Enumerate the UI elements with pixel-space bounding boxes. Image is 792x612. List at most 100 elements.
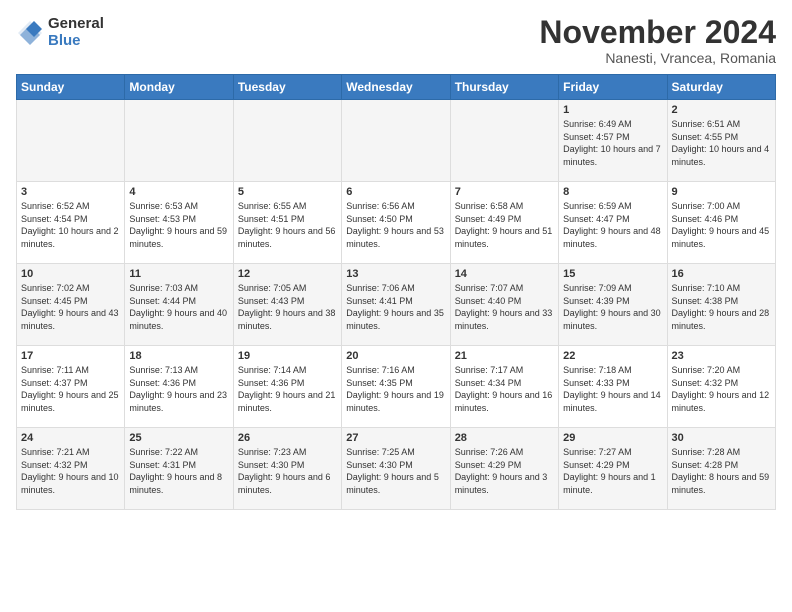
week-row-3: 10 Sunrise: 7:02 AM Sunset: 4:45 PM Dayli… <box>17 264 776 346</box>
day-cell: 28Sunrise: 7:26 AM Sunset: 4:29 PM Dayli… <box>450 428 558 510</box>
day-number: 13 <box>346 268 445 280</box>
day-info: Sunrise: 6:51 AM Sunset: 4:55 PM Dayligh… <box>672 118 771 168</box>
day-cell: 15 Sunrise: 7:09 AM Sunset: 4:39 PM Dayli… <box>559 264 667 346</box>
day-number: 19 <box>238 350 337 362</box>
day-number: 27 <box>346 432 445 444</box>
day-info: Sunrise: 7:28 AM Sunset: 4:28 PM Dayligh… <box>672 446 771 496</box>
day-number: 5 <box>238 186 337 198</box>
day-cell: 18 Sunrise: 7:13 AM Sunset: 4:36 PM Dayli… <box>125 346 233 428</box>
day-cell: 19 Sunrise: 7:14 AM Sunset: 4:36 PM Dayli… <box>233 346 341 428</box>
day-number: 6 <box>346 186 445 198</box>
day-number: 7 <box>455 186 554 198</box>
logo-icon <box>16 19 44 47</box>
header-thursday: Thursday <box>450 75 558 100</box>
day-info: Sunrise: 7:16 AM Sunset: 4:35 PM Dayligh… <box>346 364 445 414</box>
logo-text: General Blue <box>48 16 104 49</box>
day-number: 18 <box>129 350 228 362</box>
day-cell: 9Sunrise: 7:00 AM Sunset: 4:46 PM Daylig… <box>667 182 775 264</box>
day-cell: 6 Sunrise: 6:56 AM Sunset: 4:50 PM Daylig… <box>342 182 450 264</box>
day-info: Sunrise: 6:53 AM Sunset: 4:53 PM Dayligh… <box>129 200 228 250</box>
day-cell: 20 Sunrise: 7:16 AM Sunset: 4:35 PM Dayli… <box>342 346 450 428</box>
header-sunday: Sunday <box>17 75 125 100</box>
day-info: Sunrise: 7:00 AM Sunset: 4:46 PM Dayligh… <box>672 200 771 250</box>
day-info: Sunrise: 7:21 AM Sunset: 4:32 PM Dayligh… <box>21 446 120 496</box>
day-cell <box>17 100 125 182</box>
day-cell <box>342 100 450 182</box>
day-number: 8 <box>563 186 662 198</box>
week-row-5: 24 Sunrise: 7:21 AM Sunset: 4:32 PM Dayli… <box>17 428 776 510</box>
day-cell: 29 Sunrise: 7:27 AM Sunset: 4:29 PM Dayli… <box>559 428 667 510</box>
day-number: 11 <box>129 268 228 280</box>
day-cell: 26 Sunrise: 7:23 AM Sunset: 4:30 PM Dayli… <box>233 428 341 510</box>
subtitle: Nanesti, Vrancea, Romania <box>539 50 776 66</box>
day-number: 29 <box>563 432 662 444</box>
day-number: 20 <box>346 350 445 362</box>
day-cell: 12Sunrise: 7:05 AM Sunset: 4:43 PM Dayli… <box>233 264 341 346</box>
logo: General Blue <box>16 16 104 49</box>
logo-general: General <box>48 16 104 33</box>
calendar-header: Sunday Monday Tuesday Wednesday Thursday… <box>17 75 776 100</box>
day-cell: 13Sunrise: 7:06 AM Sunset: 4:41 PM Dayli… <box>342 264 450 346</box>
day-info: Sunrise: 6:59 AM Sunset: 4:47 PM Dayligh… <box>563 200 662 250</box>
day-cell: 25Sunrise: 7:22 AM Sunset: 4:31 PM Dayli… <box>125 428 233 510</box>
day-number: 24 <box>21 432 120 444</box>
day-number: 4 <box>129 186 228 198</box>
day-cell: 27 Sunrise: 7:25 AM Sunset: 4:30 PM Dayli… <box>342 428 450 510</box>
day-number: 22 <box>563 350 662 362</box>
calendar-body: 1 Sunrise: 6:49 AM Sunset: 4:57 PM Daylig… <box>17 100 776 510</box>
day-info: Sunrise: 7:11 AM Sunset: 4:37 PM Dayligh… <box>21 364 120 414</box>
day-info: Sunrise: 7:27 AM Sunset: 4:29 PM Dayligh… <box>563 446 662 496</box>
day-number: 23 <box>672 350 771 362</box>
day-info: Sunrise: 7:14 AM Sunset: 4:36 PM Dayligh… <box>238 364 337 414</box>
week-row-1: 1 Sunrise: 6:49 AM Sunset: 4:57 PM Daylig… <box>17 100 776 182</box>
day-cell: 7 Sunrise: 6:58 AM Sunset: 4:49 PM Daylig… <box>450 182 558 264</box>
day-cell: 23Sunrise: 7:20 AM Sunset: 4:32 PM Dayli… <box>667 346 775 428</box>
day-info: Sunrise: 7:25 AM Sunset: 4:30 PM Dayligh… <box>346 446 445 496</box>
header-tuesday: Tuesday <box>233 75 341 100</box>
header-saturday: Saturday <box>667 75 775 100</box>
day-number: 26 <box>238 432 337 444</box>
week-row-4: 17 Sunrise: 7:11 AM Sunset: 4:37 PM Dayli… <box>17 346 776 428</box>
day-cell: 1 Sunrise: 6:49 AM Sunset: 4:57 PM Daylig… <box>559 100 667 182</box>
day-info: Sunrise: 7:17 AM Sunset: 4:34 PM Dayligh… <box>455 364 554 414</box>
header-monday: Monday <box>125 75 233 100</box>
day-info: Sunrise: 7:07 AM Sunset: 4:40 PM Dayligh… <box>455 282 554 332</box>
day-number: 15 <box>563 268 662 280</box>
day-cell: 21Sunrise: 7:17 AM Sunset: 4:34 PM Dayli… <box>450 346 558 428</box>
day-number: 12 <box>238 268 337 280</box>
header-wednesday: Wednesday <box>342 75 450 100</box>
day-info: Sunrise: 7:18 AM Sunset: 4:33 PM Dayligh… <box>563 364 662 414</box>
day-number: 10 <box>21 268 120 280</box>
day-number: 30 <box>672 432 771 444</box>
header: General Blue November 2024 Nanesti, Vran… <box>16 16 776 66</box>
day-info: Sunrise: 6:52 AM Sunset: 4:54 PM Dayligh… <box>21 200 120 250</box>
day-cell: 3 Sunrise: 6:52 AM Sunset: 4:54 PM Daylig… <box>17 182 125 264</box>
day-cell: 4 Sunrise: 6:53 AM Sunset: 4:53 PM Daylig… <box>125 182 233 264</box>
day-cell <box>450 100 558 182</box>
day-number: 28 <box>455 432 554 444</box>
day-number: 17 <box>21 350 120 362</box>
day-cell: 11Sunrise: 7:03 AM Sunset: 4:44 PM Dayli… <box>125 264 233 346</box>
day-info: Sunrise: 7:13 AM Sunset: 4:36 PM Dayligh… <box>129 364 228 414</box>
title-block: November 2024 Nanesti, Vrancea, Romania <box>539 16 776 66</box>
day-number: 25 <box>129 432 228 444</box>
day-cell: 5Sunrise: 6:55 AM Sunset: 4:51 PM Daylig… <box>233 182 341 264</box>
day-info: Sunrise: 7:09 AM Sunset: 4:39 PM Dayligh… <box>563 282 662 332</box>
day-info: Sunrise: 6:56 AM Sunset: 4:50 PM Dayligh… <box>346 200 445 250</box>
day-number: 3 <box>21 186 120 198</box>
day-cell: 16Sunrise: 7:10 AM Sunset: 4:38 PM Dayli… <box>667 264 775 346</box>
day-info: Sunrise: 7:23 AM Sunset: 4:30 PM Dayligh… <box>238 446 337 496</box>
day-number: 1 <box>563 104 662 116</box>
calendar-container: General Blue November 2024 Nanesti, Vran… <box>0 0 792 518</box>
day-cell: 30 Sunrise: 7:28 AM Sunset: 4:28 PM Dayli… <box>667 428 775 510</box>
header-row: Sunday Monday Tuesday Wednesday Thursday… <box>17 75 776 100</box>
week-row-2: 3 Sunrise: 6:52 AM Sunset: 4:54 PM Daylig… <box>17 182 776 264</box>
day-number: 14 <box>455 268 554 280</box>
day-info: Sunrise: 6:49 AM Sunset: 4:57 PM Dayligh… <box>563 118 662 168</box>
day-info: Sunrise: 6:58 AM Sunset: 4:49 PM Dayligh… <box>455 200 554 250</box>
day-number: 2 <box>672 104 771 116</box>
logo-blue: Blue <box>48 33 104 50</box>
day-cell: 22 Sunrise: 7:18 AM Sunset: 4:33 PM Dayli… <box>559 346 667 428</box>
day-cell <box>233 100 341 182</box>
day-info: Sunrise: 7:02 AM Sunset: 4:45 PM Dayligh… <box>21 282 120 332</box>
